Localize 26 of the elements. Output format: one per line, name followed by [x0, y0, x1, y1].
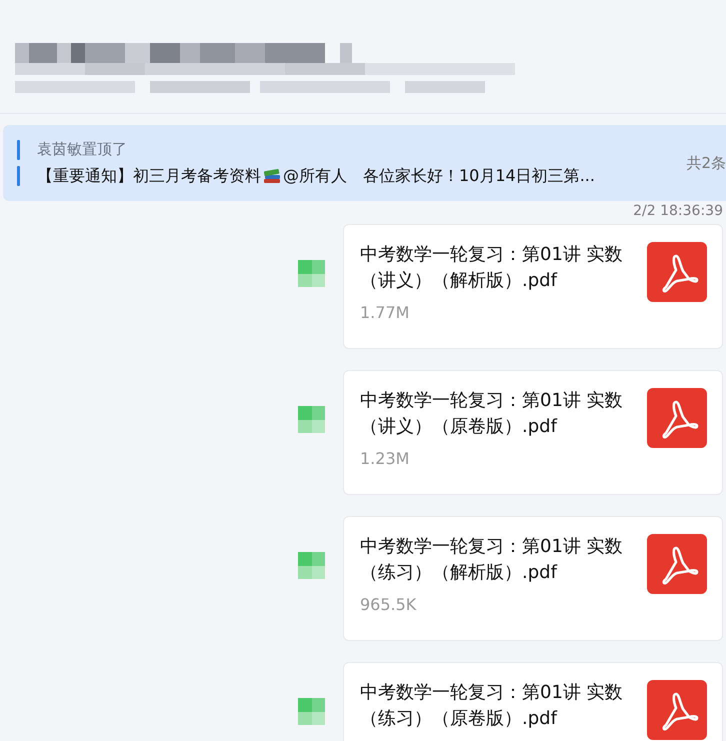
pixelated-avatar-icon[interactable] [298, 552, 325, 579]
pixelated-avatar-icon[interactable] [298, 260, 325, 287]
books-icon [262, 166, 282, 186]
file-message-card[interactable]: 中考数学一轮复习：第01讲 实数（练习）（解析版）.pdf 965.5K [343, 516, 723, 641]
file-name: 中考数学一轮复习：第01讲 实数（练习）（原卷版）.pdf [360, 681, 624, 731]
pdf-file-icon [647, 534, 707, 594]
file-message-card[interactable]: 中考数学一轮复习：第01讲 实数（练习）（原卷版）.pdf [343, 662, 723, 741]
pinned-message-banner[interactable]: 袁茵敏置顶了 【重要通知】初三月考备考资料 @所有人 各位家长好！10月14日初三第... 共2条 [3, 125, 726, 201]
pinned-text: 【重要通知】初三月考备考资料 [37, 166, 261, 186]
file-size: 965.5K [360, 595, 418, 614]
file-name: 中考数学一轮复习：第01讲 实数（讲义）（解析版）.pdf [360, 243, 624, 293]
pixelated-avatar-icon[interactable] [298, 698, 325, 725]
pdf-file-icon [647, 388, 707, 448]
pdf-file-icon [647, 680, 707, 740]
pinned-by-text: 袁茵敏置顶了 [37, 140, 127, 159]
pdf-file-icon [647, 242, 707, 302]
message-time: 2/2 18:36:39 [633, 203, 723, 221]
pinned-count: 共2条 [686, 154, 726, 172]
pixelated-avatar-icon[interactable] [298, 406, 325, 433]
pinned-text: @所有人 各位家长好！10月14日初三第... [283, 166, 595, 186]
file-message-card[interactable]: 中考数学一轮复习：第01讲 实数（讲义）（解析版）.pdf 1.77M [343, 224, 723, 349]
file-name: 中考数学一轮复习：第01讲 实数（讲义）（原卷版）.pdf [360, 389, 624, 439]
file-message-card[interactable]: 中考数学一轮复习：第01讲 实数（讲义）（原卷版）.pdf 1.23M [343, 370, 723, 495]
file-size: 1.23M [360, 449, 410, 468]
file-size: 1.77M [360, 303, 410, 322]
file-name: 中考数学一轮复习：第01讲 实数（练习）（解析版）.pdf [360, 535, 624, 585]
